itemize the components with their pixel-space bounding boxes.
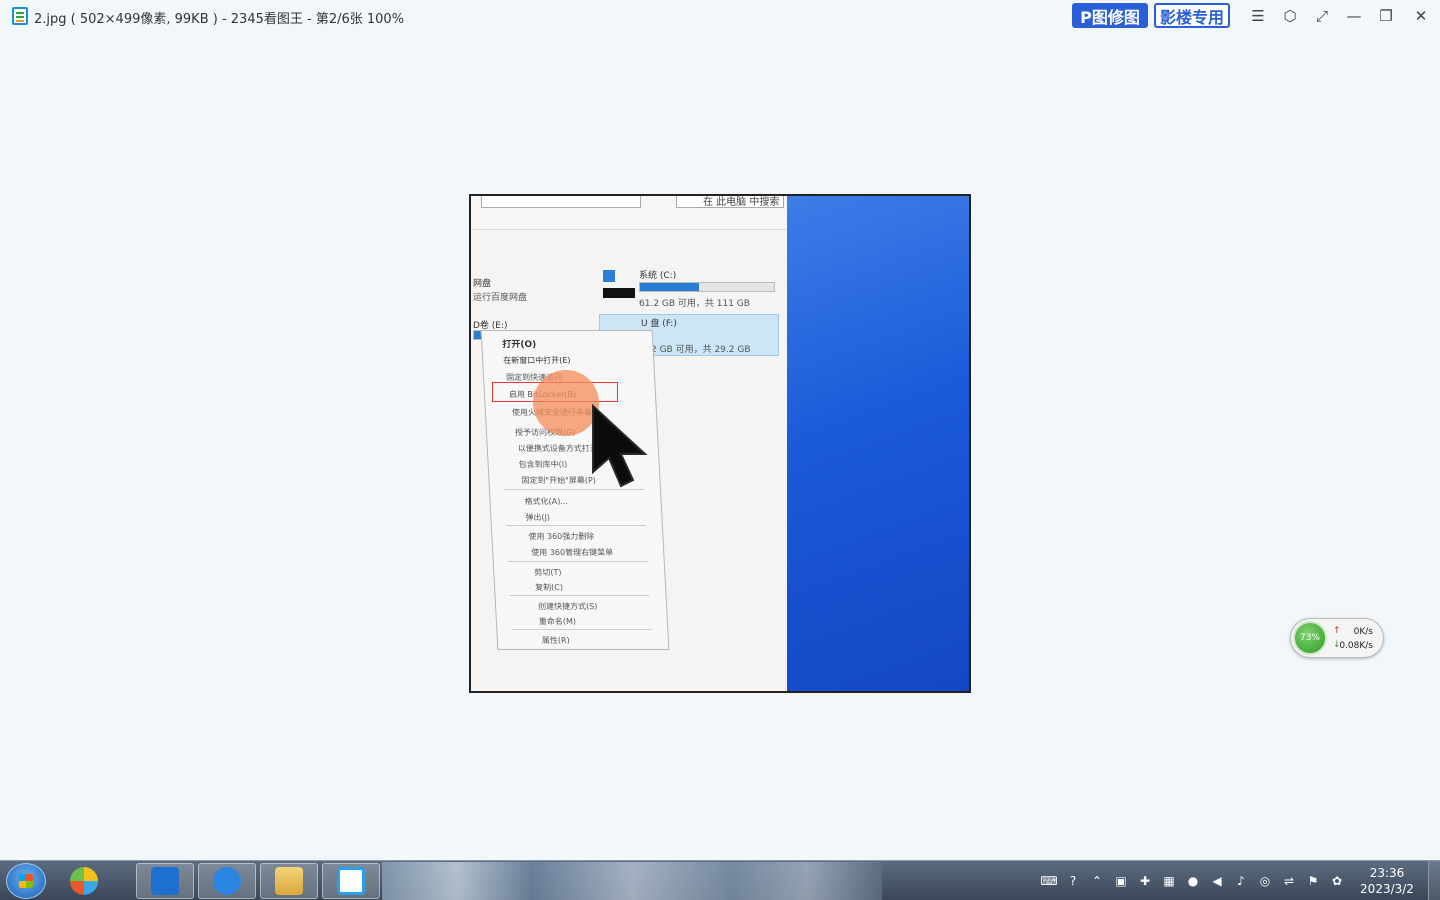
studio-special-button[interactable]: 影楼专用 — [1154, 3, 1230, 28]
skin-icon[interactable]: ⬡ — [1279, 6, 1301, 26]
flag-icon[interactable]: ◀ — [1208, 872, 1226, 890]
keyboard-icon[interactable]: ⌨ — [1040, 872, 1058, 890]
help-icon[interactable]: ? — [1064, 872, 1082, 890]
drive-c-name: 系统 (C:) — [639, 271, 677, 281]
grid-app-icon[interactable]: ▦ — [1160, 872, 1178, 890]
menu-item-properties: 属性(R) — [541, 636, 570, 645]
menu-item-format: 格式化(A)... — [524, 497, 569, 506]
flower-app-icon[interactable]: ✿ — [1328, 872, 1346, 890]
drive-f-info: 2 GB 可用，共 29.2 GB — [651, 345, 751, 355]
maximize-icon[interactable]: ❐ — [1375, 6, 1397, 26]
upload-arrow-icon: ↑ — [1333, 626, 1341, 636]
menu-item-pin-start: 固定到"开始"屏幕(P) — [521, 476, 597, 485]
download-speed: 0.08K/s — [1339, 641, 1373, 651]
menu-item-cut: 剪切(T) — [534, 568, 562, 577]
taskbar-window-thumbnails[interactable] — [382, 862, 882, 900]
windows-drive-icon — [603, 270, 615, 282]
chart-app-icon — [151, 867, 179, 895]
netdisk-sub: 运行百度网盘 — [473, 293, 528, 303]
p-photo-edit-button[interactable]: P图修图 — [1072, 3, 1148, 28]
sogou-s-icon — [213, 867, 241, 895]
menu-item-open: 打开(O) — [502, 340, 537, 350]
network-speed-widget[interactable]: 73% ↑ 0K/s ↓ 0.08K/s — [1290, 618, 1384, 658]
network-icon[interactable]: ◎ — [1256, 872, 1274, 890]
taskbar-app-image-viewer[interactable] — [322, 863, 380, 899]
start-button[interactable] — [6, 863, 46, 899]
display-icon[interactable]: ▣ — [1112, 872, 1130, 890]
explorer-toolbar: 在 此电脑 中搜索 — [471, 196, 787, 230]
image-viewer-app-icon — [12, 7, 28, 25]
usb-icon[interactable]: ⇌ — [1280, 872, 1298, 890]
menu-item-portable-device: 以便携式设备方式打开 — [517, 444, 599, 453]
close-icon[interactable]: ✕ — [1410, 6, 1432, 26]
menu-item-include-library: 包含到库中(I) — [518, 460, 568, 469]
mouse-pointer-icon — [592, 403, 648, 488]
taskbar-app-chart[interactable] — [136, 863, 194, 899]
drive-f-name: U 盘 (F:) — [641, 319, 677, 329]
clock-time: 23:36 — [1369, 866, 1405, 880]
taskbar: ⌨ ? ⌃ ▣ ✚ ▦ ● ◀ ♪ ◎ ⇌ ⚑ ✿ 23:36 2023/3/2 — [0, 860, 1440, 900]
fullscreen-icon[interactable]: ⤢ — [1311, 6, 1333, 26]
displayed-photo[interactable]: 在 此电脑 中搜索 网盘 运行百度网盘 系统 (C:) 61.2 GB 可用，共… — [469, 194, 971, 693]
plus-shield-icon[interactable]: ✚ — [1136, 872, 1154, 890]
menu-icon[interactable]: ☰ — [1247, 6, 1269, 26]
action-center-icon[interactable]: ⚑ — [1304, 872, 1322, 890]
drive-c-info: 61.2 GB 可用，共 111 GB — [639, 299, 750, 309]
taskbar-app-colorful[interactable] — [62, 863, 106, 899]
clock-date: 2023/3/2 — [1360, 882, 1414, 896]
desktop-wallpaper — [787, 196, 969, 691]
upload-speed: 0K/s — [1353, 627, 1373, 637]
chevron-up-icon[interactable]: ⌃ — [1088, 872, 1106, 890]
menu-item-360-manage: 使用 360管理右键菜单 — [531, 548, 614, 557]
minimize-icon[interactable]: — — [1343, 6, 1365, 26]
qq-penguin-icon[interactable]: ● — [1184, 872, 1202, 890]
menu-item-rename: 重命名(M) — [538, 617, 577, 626]
folder-icon — [275, 867, 303, 895]
search-box: 在 此电脑 中搜索 — [676, 196, 784, 208]
system-tray: ⌨ ? ⌃ ▣ ✚ ▦ ● ◀ ♪ ◎ ⇌ ⚑ ✿ — [1040, 871, 1346, 891]
memory-usage-gauge: 73% — [1293, 621, 1327, 655]
address-bar — [481, 196, 641, 208]
menu-item-open-new-window: 在新窗口中打开(E) — [502, 356, 571, 365]
taskbar-app-sogou[interactable] — [198, 863, 256, 899]
image-viewer-icon — [337, 867, 365, 895]
menu-item-eject: 弹出(J) — [525, 513, 551, 522]
colorful-app-icon — [70, 867, 98, 895]
title-bar: 2.jpg ( 502×499像素, 99KB ) - 2345看图王 - 第2… — [0, 0, 1440, 32]
taskbar-app-explorer[interactable] — [260, 863, 318, 899]
drive-c-thumb — [603, 288, 635, 298]
window-title: 2.jpg ( 502×499像素, 99KB ) - 2345看图王 - 第2… — [34, 12, 405, 27]
netdisk-label: 网盘 — [473, 279, 492, 289]
menu-item-copy: 复制(C) — [534, 583, 564, 592]
menu-item-create-shortcut: 创建快捷方式(S) — [537, 602, 598, 611]
drive-c-usage-bar — [639, 282, 775, 292]
menu-item-360-delete: 使用 360强力删除 — [528, 532, 595, 541]
volume-icon[interactable]: ♪ — [1232, 872, 1250, 890]
show-desktop-button[interactable] — [1428, 861, 1440, 900]
taskbar-clock[interactable]: 23:36 2023/3/2 — [1352, 865, 1422, 897]
